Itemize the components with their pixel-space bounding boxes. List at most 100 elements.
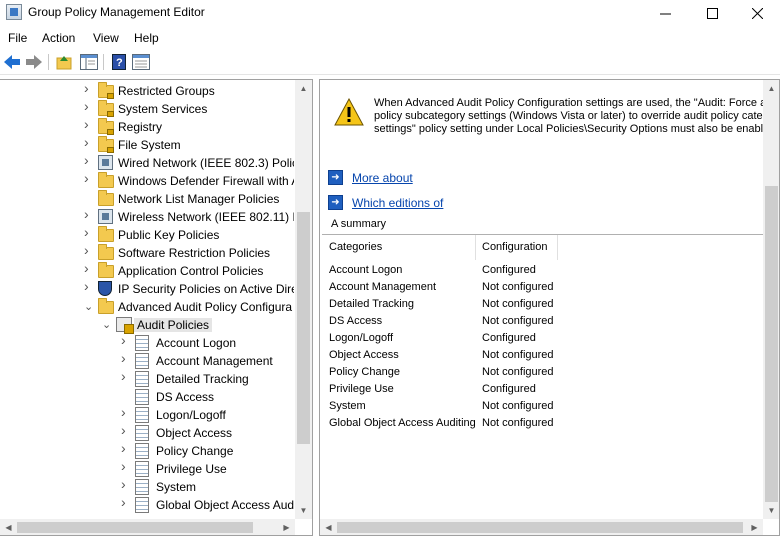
tree-item[interactable]: › System Services xyxy=(0,100,294,118)
table-row[interactable]: Account Management Not configured xyxy=(322,279,764,296)
tree-item[interactable]: ⌄ Advanced Audit Policy Configura xyxy=(0,298,294,316)
chevron-right-icon[interactable]: › xyxy=(121,424,131,437)
tree-item[interactable]: › File System xyxy=(0,136,294,154)
table-row[interactable]: Privilege Use Configured xyxy=(322,381,764,398)
properties-button[interactable] xyxy=(132,53,150,71)
tree-item[interactable]: › Registry xyxy=(0,118,294,136)
more-about-link[interactable]: More about xyxy=(352,171,413,185)
scroll-left-arrow-icon[interactable]: ◀ xyxy=(320,519,337,535)
maximize-button[interactable] xyxy=(689,0,735,26)
chevron-right-icon[interactable]: › xyxy=(84,118,94,131)
chevron-right-icon[interactable]: › xyxy=(84,82,94,95)
chevron-right-icon[interactable]: › xyxy=(84,226,94,239)
tree-item[interactable]: › Wireless Network (IEEE 802.11) Po xyxy=(0,208,294,226)
chevron-right-icon[interactable]: › xyxy=(84,208,94,221)
table-row[interactable]: Policy Change Not configured xyxy=(322,364,764,381)
back-button[interactable] xyxy=(3,53,21,71)
chevron-right-icon[interactable]: › xyxy=(121,496,131,509)
help-button[interactable]: ? xyxy=(110,53,128,71)
column-divider[interactable] xyxy=(557,235,558,260)
chevron-right-icon[interactable]: › xyxy=(121,370,131,383)
category-cell: Global Object Access Auditing xyxy=(329,417,476,429)
chevron-right-icon[interactable]: › xyxy=(121,478,131,491)
chevron-right-icon[interactable]: › xyxy=(121,406,131,419)
tree-item[interactable]: › Wired Network (IEEE 802.3) Polici xyxy=(0,154,294,172)
tree-item-label: Account Management xyxy=(156,354,273,368)
column-header-configuration[interactable]: Configuration xyxy=(482,241,547,253)
table-row[interactable]: DS Access Not configured xyxy=(322,313,764,330)
chevron-right-icon[interactable]: › xyxy=(84,280,94,293)
table-row[interactable]: System Not configured xyxy=(322,398,764,415)
table-row[interactable]: Global Object Access Auditing Not configu… xyxy=(322,415,764,432)
scroll-right-arrow-icon[interactable]: ▶ xyxy=(746,519,763,535)
chevron-right-icon[interactable]: › xyxy=(121,334,131,347)
tree-item[interactable]: › Account Logon xyxy=(0,334,294,352)
menu-action[interactable]: Action xyxy=(42,31,75,45)
table-row[interactable]: Object Access Not configured xyxy=(322,347,764,364)
chevron-right-icon[interactable]: › xyxy=(84,262,94,275)
scroll-left-arrow-icon[interactable]: ◀ xyxy=(0,519,17,535)
scroll-thumb[interactable] xyxy=(17,522,253,533)
details-horizontal-scrollbar[interactable]: ◀ ▶ xyxy=(320,519,763,535)
chevron-right-icon[interactable]: › xyxy=(121,442,131,455)
tree-horizontal-scrollbar[interactable]: ◀ ▶ xyxy=(0,519,295,535)
chevron-right-icon[interactable]: › xyxy=(84,136,94,149)
menu-view[interactable]: View xyxy=(93,31,119,45)
scroll-thumb[interactable] xyxy=(337,522,743,533)
tree-item-label: Wireless Network (IEEE 802.11) Po xyxy=(118,210,294,224)
tree-item[interactable]: DS Access xyxy=(0,388,294,406)
tree-item[interactable]: › Privilege Use xyxy=(0,460,294,478)
chevron-down-icon[interactable]: ⌄ xyxy=(84,301,94,313)
chevron-right-icon[interactable]: › xyxy=(121,352,131,365)
table-row[interactable]: Detailed Tracking Not configured xyxy=(322,296,764,313)
tree-vertical-scrollbar[interactable]: ▲ ▼ xyxy=(295,80,312,519)
up-one-level-button[interactable] xyxy=(55,53,73,71)
which-editions-link[interactable]: Which editions of xyxy=(352,196,443,210)
tree-item[interactable]: › Software Restriction Policies xyxy=(0,244,294,262)
chevron-right-icon[interactable]: › xyxy=(121,460,131,473)
tree-item[interactable]: › Windows Defender Firewall with A xyxy=(0,172,294,190)
tree-item[interactable]: › Account Management xyxy=(0,352,294,370)
table-row[interactable]: Logon/Logoff Configured xyxy=(322,330,764,347)
tree-item[interactable]: › Application Control Policies xyxy=(0,262,294,280)
column-divider[interactable] xyxy=(475,235,476,260)
tree-item[interactable]: › Logon/Logoff xyxy=(0,406,294,424)
tree-item[interactable]: › IP Security Policies on Active Dire xyxy=(0,280,294,298)
arrow-right-icon: ➜ xyxy=(328,170,343,185)
tree-item[interactable]: › Detailed Tracking xyxy=(0,370,294,388)
tree-item[interactable]: › Global Object Access Aud xyxy=(0,496,294,514)
menu-file[interactable]: File xyxy=(8,31,27,45)
tree-item[interactable]: › Policy Change xyxy=(0,442,294,460)
close-button[interactable] xyxy=(734,0,780,26)
tree-item[interactable]: Network List Manager Policies xyxy=(0,190,294,208)
scroll-up-arrow-icon[interactable]: ▲ xyxy=(295,80,312,97)
tree-item[interactable]: › Public Key Policies xyxy=(0,226,294,244)
folder-lock-icon xyxy=(98,82,114,99)
show-hide-tree-button[interactable] xyxy=(80,53,98,71)
table-row[interactable]: Account Logon Configured xyxy=(322,262,764,279)
scroll-down-arrow-icon[interactable]: ▼ xyxy=(295,502,312,519)
tree-item[interactable]: ⌄ Audit Policies xyxy=(0,316,294,334)
summary-label: A summary xyxy=(331,218,387,230)
back-arrow-icon xyxy=(4,55,20,69)
forward-button[interactable] xyxy=(25,53,43,71)
chevron-right-icon[interactable]: › xyxy=(84,154,94,167)
chevron-right-icon[interactable]: › xyxy=(84,244,94,257)
column-header-categories[interactable]: Categories xyxy=(329,241,382,253)
details-vertical-scrollbar[interactable]: ▲ ▼ xyxy=(763,80,779,519)
scroll-down-arrow-icon[interactable]: ▼ xyxy=(763,502,779,519)
scroll-thumb[interactable] xyxy=(297,212,310,444)
tree-item[interactable]: › Restricted Groups xyxy=(0,82,294,100)
tree-item[interactable]: › System xyxy=(0,478,294,496)
title-bar: Group Policy Management Editor xyxy=(0,0,780,26)
scroll-thumb[interactable] xyxy=(765,186,778,502)
minimize-button[interactable] xyxy=(642,0,688,26)
menu-help[interactable]: Help xyxy=(134,31,159,45)
chevron-right-icon[interactable]: › xyxy=(84,172,94,185)
scroll-right-arrow-icon[interactable]: ▶ xyxy=(278,519,295,535)
chevron-down-icon[interactable]: ⌄ xyxy=(102,319,112,331)
folder-icon xyxy=(98,262,114,279)
scroll-up-arrow-icon[interactable]: ▲ xyxy=(763,80,779,97)
tree-item[interactable]: › Object Access xyxy=(0,424,294,442)
chevron-right-icon[interactable]: › xyxy=(84,100,94,113)
